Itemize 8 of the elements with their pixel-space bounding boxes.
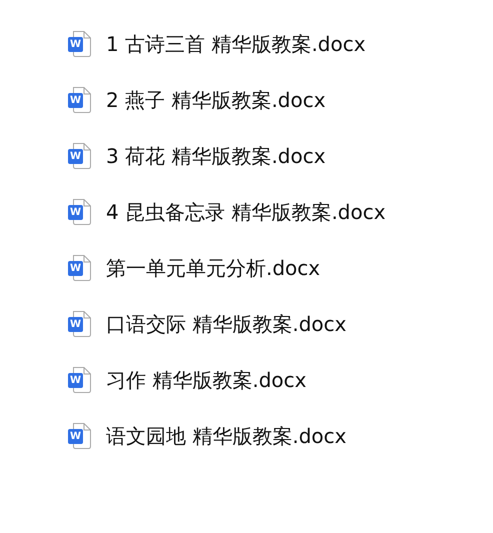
file-name[interactable]: 3 荷花 精华版教案.docx [106, 142, 326, 170]
file-name[interactable]: 口语交际 精华版教案.docx [106, 310, 346, 338]
file-name[interactable]: 第一单元单元分析.docx [106, 254, 320, 282]
file-name[interactable]: 习作 精华版教案.docx [106, 366, 306, 394]
file-name[interactable]: 语文园地 精华版教案.docx [106, 422, 346, 450]
file-name[interactable]: 2 燕子 精华版教案.docx [106, 86, 326, 114]
file-name[interactable]: 4 昆虫备忘录 精华版教案.docx [106, 198, 386, 226]
file-name[interactable]: 1 古诗三首 精华版教案.docx [106, 30, 366, 58]
